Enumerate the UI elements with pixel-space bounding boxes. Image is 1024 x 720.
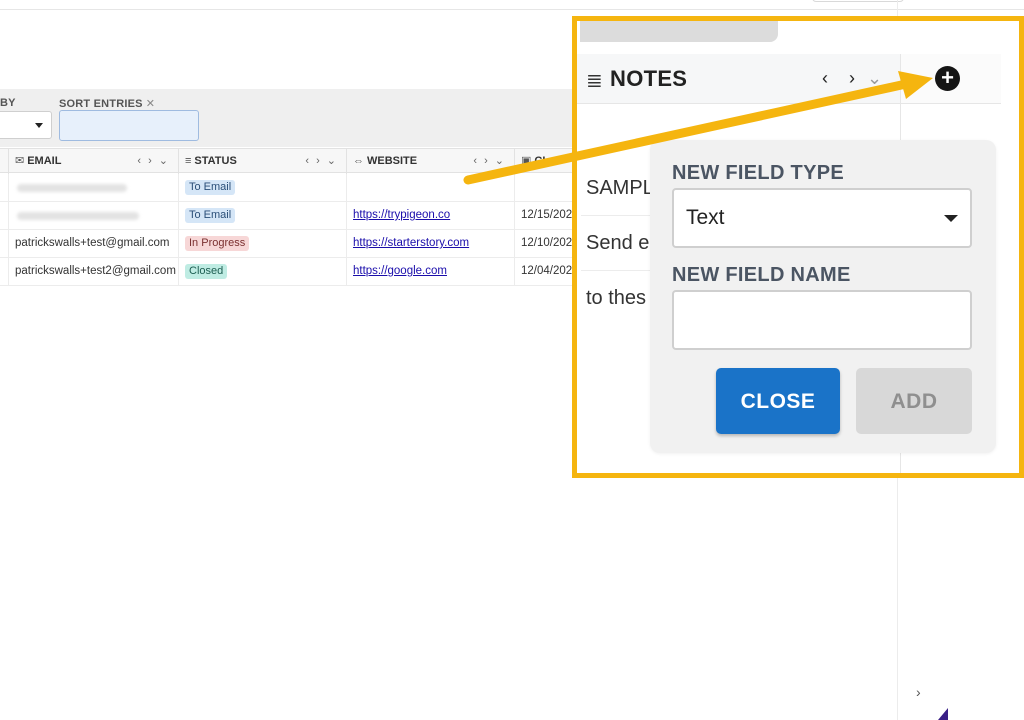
corner-logo-icon [938,708,948,720]
column-controls[interactable]: ‹ › ⌄ [473,149,506,173]
website-cell[interactable]: https://trypigeon.co [346,202,514,230]
website-cell[interactable]: https://google.com [346,258,514,286]
table-header: ✉ EMAIL ‹ › ⌄ ≡ STATUS ‹ › ⌄ ⇔ WEBSITE ‹ › … [0,148,572,174]
dropdown-caret-icon [35,123,43,128]
column-label: CL [534,155,550,167]
column-header-email[interactable]: ✉ EMAIL ‹ › ⌄ [8,149,178,174]
email-cell[interactable] [8,174,178,202]
website-cell[interactable]: https://starterstory.com [346,230,514,258]
group-by-label: BY [0,97,16,109]
toolbar-control[interactable] [812,0,904,2]
new-field-name-input[interactable] [672,290,972,350]
column-label: EMAIL [27,155,62,167]
tab-strip [580,21,778,42]
column-label: STATUS [194,155,237,167]
column-controls[interactable]: ‹ › ⌄ [305,149,338,173]
highlight-callout: ≣ NOTES ‹ › ⌄ + SAMPLE Send e to thes NE… [572,16,1024,478]
email-value: patrickswalls+test@gmail.com [15,237,170,249]
top-toolbar [0,0,1024,10]
column-header-status[interactable]: ≡ STATUS ‹ › ⌄ [178,149,346,174]
column-header-website[interactable]: ⇔ WEBSITE ‹ › ⌄ [346,149,514,174]
close-icon[interactable]: ✕ [146,98,155,110]
filter-bar: BY SORT ENTRIES ✕ [0,89,572,147]
date-value: 12/10/202 [521,237,572,249]
date-cell[interactable]: 12/15/202 [514,202,572,230]
column-controls[interactable]: ‹ › ⌄ [137,149,170,173]
close-button[interactable]: CLOSE [716,368,840,434]
redacted-text [17,212,139,220]
website-link[interactable]: https://starterstory.com [353,237,469,249]
add-field-plus-icon[interactable]: + [935,66,960,91]
status-badge: Closed [185,264,228,279]
website-link[interactable]: https://trypigeon.co [353,209,450,221]
selected-field-type: Text [686,206,725,229]
text-column-icon: ≣ [586,70,603,92]
website-link[interactable]: https://google.com [353,265,447,277]
calendar-icon: ▣ [521,155,532,167]
column-header-date[interactable]: ▣ CL [514,149,572,174]
table-row[interactable]: To Email [0,174,572,202]
new-field-popup: NEW FIELD TYPE Text NEW FIELD NAME CLOSE… [650,140,996,453]
new-field-type-select[interactable]: Text [672,188,972,248]
date-cell[interactable] [514,174,572,202]
sort-entries-input[interactable] [59,110,199,141]
group-by-select[interactable] [0,111,52,139]
table-row[interactable]: patrickswalls+test@gmail.com In Progress… [0,230,572,258]
status-cell[interactable]: In Progress [178,230,346,258]
email-value: patrickswalls+test2@gmail.com [15,265,176,277]
redacted-text [17,184,127,192]
table-row[interactable]: patrickswalls+test2@gmail.com Closed htt… [0,258,572,286]
date-value: 12/15/202 [521,209,572,221]
status-cell[interactable]: To Email [178,202,346,230]
dropdown-caret-icon [944,215,958,222]
sort-entries-label: SORT ENTRIES ✕ [59,97,155,110]
status-cell[interactable]: To Email [178,174,346,202]
sort-entries-text: SORT ENTRIES [59,98,143,110]
new-field-name-label: NEW FIELD NAME [672,264,851,286]
notes-title: NOTES [610,66,688,91]
add-button[interactable]: ADD [856,368,972,434]
email-icon: ✉ [15,155,25,167]
link-icon: ⇔ [353,155,364,167]
status-badge: To Email [185,180,236,195]
table-row[interactable]: To Email https://trypigeon.co 12/15/202 [0,202,572,230]
notes-column-header[interactable]: ≣ NOTES ‹ › ⌄ [577,54,900,104]
list-icon: ≡ [185,155,192,167]
status-cell[interactable]: Closed [178,258,346,286]
email-cell[interactable]: patrickswalls+test2@gmail.com [8,258,178,286]
move-column-arrows[interactable]: ‹ › [822,68,863,89]
date-cell[interactable]: 12/10/202 [514,230,572,258]
new-field-type-label: NEW FIELD TYPE [672,162,844,184]
status-badge: In Progress [185,236,250,251]
date-value: 12/04/202 [521,265,572,277]
email-cell[interactable]: patrickswalls+test@gmail.com [8,230,178,258]
status-badge: To Email [185,208,236,223]
expand-sidebar-icon[interactable]: › [916,684,921,700]
chevron-down-icon[interactable]: ⌄ [867,68,882,89]
website-cell[interactable] [346,174,514,202]
column-label: WEBSITE [367,155,418,167]
email-cell[interactable] [8,202,178,230]
date-cell[interactable]: 12/04/202 [514,258,572,286]
add-column-header: + [901,54,1001,104]
